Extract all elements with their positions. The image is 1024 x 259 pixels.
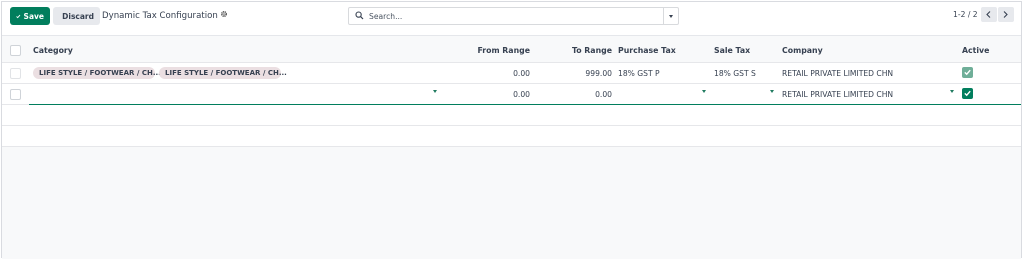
company-dropdown-toggle[interactable] (950, 90, 954, 102)
column-header-purchase-tax[interactable]: Purchase Tax (618, 46, 676, 55)
company-cell[interactable]: RETAIL PRIVATE LIMITED CHN (782, 69, 893, 78)
column-header-to-range[interactable]: To Range (532, 46, 612, 55)
search-box[interactable]: Search... (348, 7, 679, 25)
list-view: Save Discard Dynamic Tax Configuration S… (1, 1, 1022, 259)
save-label: Save (23, 11, 44, 21)
empty-row (2, 105, 1021, 126)
to-range-cell[interactable]: 999.00 (532, 69, 612, 78)
pager-value[interactable]: 1-2 / 2 (953, 10, 978, 19)
chevron-right-icon (1003, 11, 1008, 18)
purchase-tax-dropdown-toggle[interactable] (702, 90, 706, 102)
table-header: Category From Range To Range Purchase Ta… (2, 36, 1021, 63)
category-tag[interactable]: LIFE STYLE / FOOTWEAR / CH... (33, 67, 161, 79)
gear-icon[interactable] (220, 10, 228, 20)
check-icon (964, 90, 971, 97)
column-header-company[interactable]: Company (782, 46, 823, 55)
search-options-toggle[interactable] (663, 8, 678, 24)
search-input[interactable]: Search... (369, 12, 402, 21)
category-dropdown-toggle[interactable] (433, 90, 437, 102)
purchase-tax-cell[interactable]: 18% GST P (618, 69, 660, 78)
sale-tax-cell[interactable]: 18% GST S (714, 69, 756, 78)
discard-label: Discard (62, 11, 94, 21)
table-row[interactable]: LIFE STYLE / FOOTWEAR / CH... LIFE STYLE… (2, 63, 1021, 84)
caret-down-icon (702, 90, 706, 102)
tax-config-table: Category From Range To Range Purchase Ta… (2, 35, 1021, 259)
from-range-cell[interactable]: 0.00 (442, 69, 530, 78)
column-header-active[interactable]: Active (962, 46, 989, 55)
company-input[interactable]: RETAIL PRIVATE LIMITED CHN (782, 90, 893, 99)
sale-tax-dropdown-toggle[interactable] (770, 90, 774, 102)
table-row-editing[interactable]: 0.00 0.00 RETAIL PRIVATE LIMITED CHN (2, 84, 1021, 105)
pager-next-button[interactable] (998, 7, 1014, 22)
column-header-from-range[interactable]: From Range (442, 46, 530, 55)
select-all-checkbox[interactable] (10, 45, 21, 56)
page-title: Dynamic Tax Configuration (102, 11, 218, 21)
column-header-category[interactable]: Category (33, 46, 73, 55)
chevron-left-icon (986, 11, 991, 18)
discard-button[interactable]: Discard (53, 7, 100, 25)
empty-row (2, 126, 1021, 147)
row-checkbox[interactable] (10, 68, 21, 79)
caret-down-icon (950, 90, 954, 102)
column-header-sale-tax[interactable]: Sale Tax (714, 46, 750, 55)
from-range-input[interactable]: 0.00 (442, 90, 530, 99)
active-checkbox[interactable] (962, 88, 973, 99)
caret-down-icon (770, 90, 774, 102)
caret-down-icon (669, 15, 673, 18)
to-range-input[interactable]: 0.00 (532, 90, 612, 99)
row-checkbox[interactable] (10, 89, 21, 100)
control-panel: Save Discard Dynamic Tax Configuration S… (2, 2, 1021, 30)
pager-previous-button[interactable] (981, 7, 997, 22)
caret-down-icon (433, 90, 437, 102)
search-icon (355, 11, 364, 22)
check-icon (964, 69, 971, 76)
active-checkbox[interactable] (962, 67, 973, 78)
category-tag[interactable]: LIFE STYLE / FOOTWEAR / CH... (159, 67, 287, 79)
save-button[interactable]: Save (10, 7, 50, 25)
check-icon (16, 14, 21, 18)
